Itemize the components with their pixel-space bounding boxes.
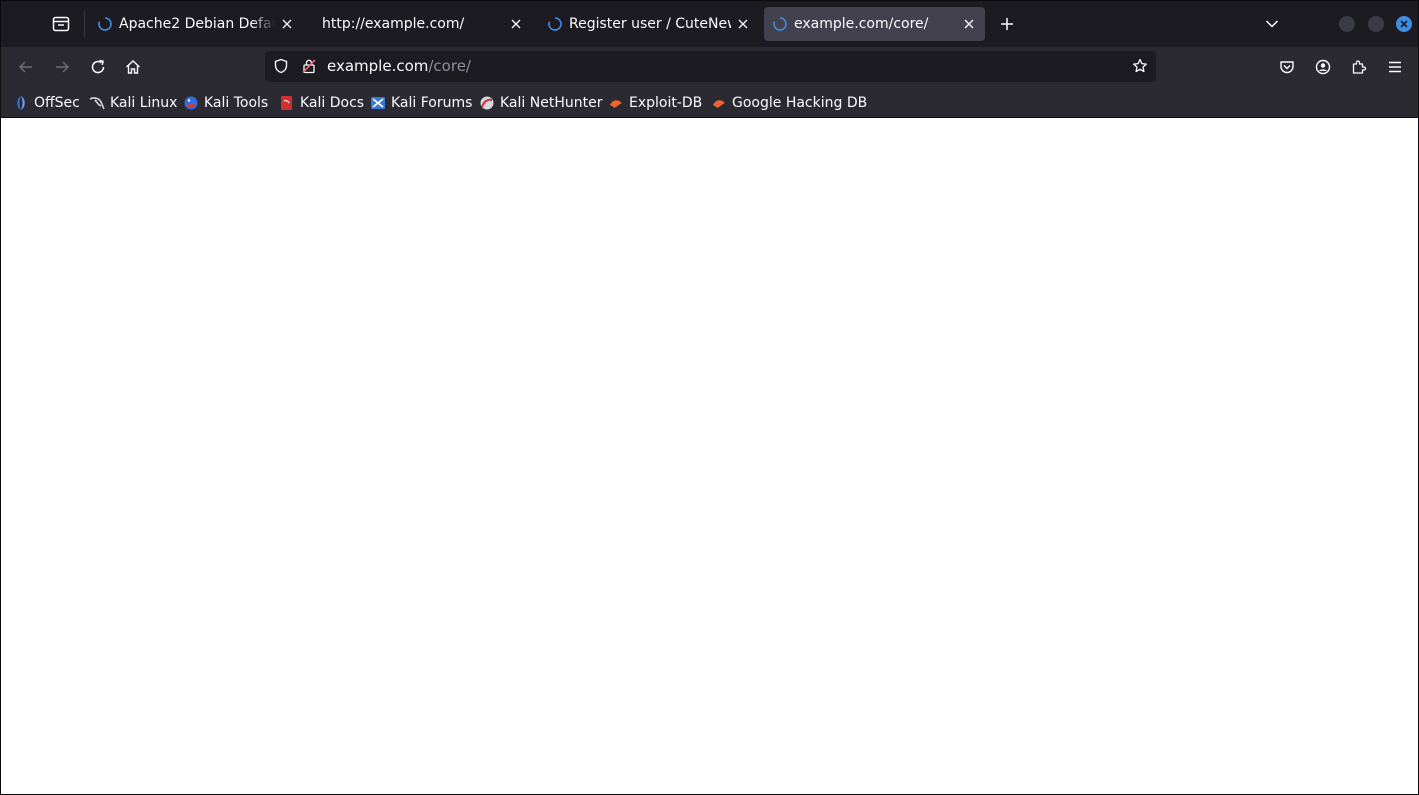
kali-nethunter-icon: [479, 95, 495, 111]
bookmark-kali-tools[interactable]: Kali Tools: [183, 93, 268, 113]
kali-forums-icon: [370, 95, 386, 111]
close-tab-icon[interactable]: [279, 16, 295, 32]
tab-cutenews[interactable]: Register user / CuteNews: [539, 7, 759, 41]
forward-button[interactable]: [47, 52, 77, 82]
bookmark-kali-docs[interactable]: Kali Docs: [279, 93, 364, 113]
chevron-down-icon: [1265, 20, 1279, 28]
minimize-button[interactable]: [1339, 16, 1355, 32]
loading-spinner-icon: [97, 16, 113, 32]
navigation-toolbar: example.com/core/: [1, 47, 1418, 87]
bookmark-label: Kali Tools: [204, 95, 269, 111]
browser-window: Apache2 Debian Default Page: It works ht…: [0, 0, 1419, 795]
bookmark-label: Kali Forums: [391, 95, 473, 111]
kali-dragon-icon: [89, 95, 105, 111]
tab-apache[interactable]: Apache2 Debian Default Page: It works: [89, 7, 303, 41]
bookmark-kali-nethunter[interactable]: Kali NetHunter: [479, 93, 602, 113]
insecure-lock-icon[interactable]: [301, 58, 317, 74]
reload-button[interactable]: [83, 52, 113, 82]
page-content: [1, 118, 1418, 794]
puzzle-piece-icon: [1352, 60, 1367, 74]
extensions-button[interactable]: [1344, 52, 1374, 82]
list-all-tabs-button[interactable]: [1259, 11, 1285, 37]
kali-docs-icon: [279, 95, 295, 111]
bookmark-google-hacking-db[interactable]: Google Hacking DB: [711, 93, 867, 113]
tab-example[interactable]: http://example.com/: [314, 7, 532, 41]
offsec-icon: [13, 95, 29, 111]
kali-tools-icon: [183, 95, 199, 111]
pocket-icon: [1280, 61, 1294, 74]
url-bar[interactable]: example.com/core/: [265, 51, 1156, 82]
firefox-view-button[interactable]: [45, 9, 77, 39]
bookmarks-toolbar: OffSec Kali Linux Kali Tools Kali Docs K…: [1, 87, 1418, 118]
url-text[interactable]: example.com/core/: [327, 57, 471, 75]
tab-title: example.com/core/: [794, 16, 929, 32]
tab-title: Apache2 Debian Default Page: It works: [119, 16, 275, 32]
back-button[interactable]: [11, 52, 41, 82]
tab-title: http://example.com/: [322, 16, 465, 32]
bookmark-label: Kali Docs: [300, 95, 365, 111]
loading-spinner-icon: [772, 16, 788, 32]
app-menu-button[interactable]: [1380, 52, 1410, 82]
reload-icon: [91, 59, 105, 74]
tracking-protection-shield-icon[interactable]: [273, 58, 289, 74]
arrow-left-icon: [18, 61, 32, 73]
loading-spinner-icon: [547, 16, 563, 32]
url-path: /core/: [428, 57, 471, 75]
home-button[interactable]: [118, 52, 148, 82]
url-host: example.com: [327, 57, 429, 75]
bookmark-offsec[interactable]: OffSec: [13, 93, 80, 113]
exploit-db-icon: [608, 95, 624, 111]
hamburger-menu-icon: [1389, 61, 1401, 73]
bookmark-exploit-db[interactable]: Exploit-DB: [608, 93, 702, 113]
close-tab-icon[interactable]: [508, 16, 524, 32]
firefox-view-icon: [52, 16, 70, 32]
bookmark-label: Kali Linux: [110, 95, 178, 111]
close-tab-icon[interactable]: [961, 16, 977, 32]
plus-icon: [1001, 18, 1013, 30]
new-tab-button[interactable]: [994, 11, 1020, 37]
bookmark-kali-forums[interactable]: Kali Forums: [370, 93, 472, 113]
home-icon: [126, 60, 140, 74]
tab-separator: [84, 11, 85, 37]
bookmark-label: Exploit-DB: [629, 95, 703, 111]
bookmark-label: OffSec: [34, 95, 80, 111]
close-tab-icon[interactable]: [735, 16, 751, 32]
tab-title: Register user / CuteNews: [569, 16, 731, 32]
arrow-right-icon: [56, 61, 70, 73]
maximize-button[interactable]: [1368, 16, 1384, 32]
bookmark-label: Google Hacking DB: [732, 95, 868, 111]
tab-strip: Apache2 Debian Default Page: It works ht…: [1, 1, 1418, 47]
ghdb-icon: [711, 95, 727, 111]
bookmark-label: Kali NetHunter: [500, 95, 603, 111]
account-button[interactable]: [1308, 52, 1338, 82]
bookmark-kali-linux[interactable]: Kali Linux: [89, 93, 177, 113]
pocket-button[interactable]: [1272, 52, 1302, 82]
close-window-button[interactable]: [1396, 16, 1412, 32]
bookmark-star-icon[interactable]: [1132, 58, 1148, 74]
close-icon: [1400, 20, 1408, 28]
tab-core-active[interactable]: example.com/core/: [764, 7, 985, 41]
account-icon: [1315, 59, 1331, 75]
